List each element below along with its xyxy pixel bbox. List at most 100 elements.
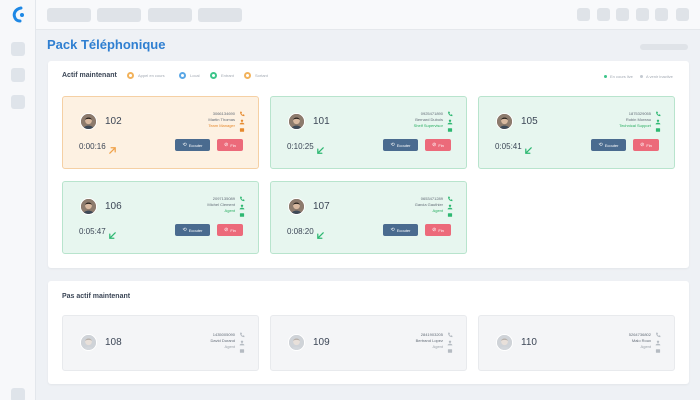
- extension-number: 105: [521, 116, 538, 127]
- extension-number: 109: [313, 337, 330, 348]
- sidebar-nav-item-bottom[interactable]: [11, 388, 25, 400]
- header-filter[interactable]: [640, 44, 688, 50]
- extension-card-101[interactable]: 101 0925471890 Bernard Dubois Shelf Supervi…: [270, 96, 467, 169]
- top-nav-tab-3[interactable]: [148, 8, 192, 22]
- person-icon: [81, 114, 96, 129]
- listen-button[interactable]: ⟲ Ecouter: [175, 139, 210, 151]
- agent-info: 0925471890 Bernard Dubois Shelf Supervisor: [373, 111, 443, 129]
- extension-card-102[interactable]: 102 3066134690 Martin Thomas Team Manager 0:…: [62, 96, 259, 169]
- hangup-icon: ⊘: [224, 227, 229, 233]
- agent-info: 1435005090 David Durand Agent: [165, 332, 235, 350]
- phone-icon: [240, 196, 245, 202]
- user-icon: [239, 119, 245, 125]
- top-action-icon-1[interactable]: [577, 8, 590, 21]
- inactive-dot-icon: [640, 75, 643, 78]
- agent-avatar: [80, 334, 97, 351]
- top-nav-tab-2[interactable]: [97, 8, 141, 22]
- legend-item-local: Local: [179, 72, 200, 79]
- extension-card-105[interactable]: 105 1875329055 Robin Moreau Technical Suppo…: [478, 96, 675, 169]
- top-action-icon-6[interactable]: [676, 8, 689, 21]
- top-nav-tab-4[interactable]: [198, 8, 242, 22]
- extension-card-109[interactable]: 109 2841903205 Bertrand Lopez Agent: [270, 315, 467, 371]
- top-action-icon-3[interactable]: [616, 8, 629, 21]
- incoming-dot-icon: [210, 72, 217, 79]
- incoming-call-arrow-icon: [525, 147, 532, 154]
- end-call-button[interactable]: ⊘ Fin: [217, 139, 243, 151]
- extension-card-107[interactable]: 107 0653471289 Garcia Gauthier Agent 0:08:20…: [270, 181, 467, 254]
- agent-role: Agent: [224, 344, 235, 349]
- extension-number: 102: [105, 116, 122, 127]
- agent-role: Shelf Supervisor: [413, 123, 443, 128]
- local-dot-icon: [179, 72, 186, 79]
- sidebar-nav-item-1[interactable]: [11, 42, 25, 56]
- agent-info-icons: [447, 196, 453, 220]
- top-bar: [36, 0, 700, 30]
- end-call-button[interactable]: ⊘ Fin: [217, 224, 243, 236]
- agent-info: 2097135089 Michel Clement Agent: [165, 196, 235, 214]
- extension-number: 106: [105, 201, 122, 212]
- hangup-icon: ⊘: [432, 227, 437, 233]
- extension-card-108[interactable]: 108 1435005090 David Durand Agent: [62, 315, 259, 371]
- agent-avatar: [496, 113, 513, 130]
- agent-role: Agent: [224, 208, 235, 213]
- ringing-dot-icon: [127, 72, 134, 79]
- top-nav-tab-1[interactable]: [47, 8, 91, 22]
- agent-avatar: [496, 334, 513, 351]
- app-logo-icon[interactable]: [10, 6, 26, 24]
- person-icon: [497, 335, 512, 350]
- headphones-icon: ⟲: [390, 227, 395, 233]
- user-icon: [239, 340, 245, 346]
- agent-info-icons: [655, 332, 661, 356]
- agent-role: Technical Support: [619, 123, 651, 128]
- end-call-button[interactable]: ⊘ Fin: [425, 139, 451, 151]
- badge-icon: [447, 128, 453, 132]
- agent-role: Agent: [432, 344, 443, 349]
- agent-info: 2841903205 Bertrand Lopez Agent: [373, 332, 443, 350]
- page-title: Pack Téléphonique: [47, 37, 166, 52]
- top-action-icon-5[interactable]: [655, 8, 668, 21]
- call-timer: 0:05:47: [79, 227, 106, 236]
- call-timer: 0:05:41: [495, 142, 522, 151]
- listen-button[interactable]: ⟲ Ecouter: [383, 224, 418, 236]
- agent-info-icons: [239, 196, 245, 220]
- extension-card-110[interactable]: 110 5264736802 Malo Roux Agent: [478, 315, 675, 371]
- agent-info: 0653471289 Garcia Gauthier Agent: [373, 196, 443, 214]
- agent-info-icons: [655, 111, 661, 135]
- listen-button[interactable]: ⟲ Ecouter: [175, 224, 210, 236]
- hangup-icon: ⊘: [640, 142, 645, 148]
- end-call-button[interactable]: ⊘ Fin: [425, 224, 451, 236]
- badge-icon: [239, 349, 245, 353]
- user-icon: [239, 204, 245, 210]
- active-section-title: Actif maintenant: [62, 72, 117, 79]
- listen-button[interactable]: ⟲ Ecouter: [383, 139, 418, 151]
- extension-card-106[interactable]: 106 2097135089 Michel Clement Agent 0:05:47 ⟲…: [62, 181, 259, 254]
- agent-info-icons: [239, 332, 245, 356]
- legend-item-incoming: Entrant: [210, 72, 234, 79]
- legend-item-outgoing: Sortant: [244, 72, 268, 79]
- inactive-section-title: Pas actif maintenant: [62, 293, 131, 300]
- user-icon: [447, 119, 453, 125]
- outgoing-call-arrow-icon: [109, 147, 116, 154]
- user-icon: [447, 204, 453, 210]
- end-call-button[interactable]: ⊘ Fin: [633, 139, 659, 151]
- extension-number: 107: [313, 201, 330, 212]
- person-icon: [81, 335, 96, 350]
- agent-avatar: [80, 198, 97, 215]
- sidebar-nav-item-3[interactable]: [11, 95, 25, 109]
- call-direction: [524, 142, 533, 154]
- call-timer: 0:08:20: [287, 227, 314, 236]
- top-action-icon-2[interactable]: [597, 8, 610, 21]
- listen-button[interactable]: ⟲ Ecouter: [591, 139, 626, 151]
- top-action-icon-4[interactable]: [636, 8, 649, 21]
- hangup-icon: ⊘: [432, 142, 437, 148]
- headphones-icon: ⟲: [182, 142, 187, 148]
- badge-icon: [655, 349, 661, 353]
- phone-icon: [448, 332, 453, 338]
- left-sidebar: [0, 0, 36, 400]
- legend-right-inactive: A venir inactive: [640, 74, 673, 79]
- agent-role: Team Manager: [208, 123, 235, 128]
- sidebar-nav-item-2[interactable]: [11, 68, 25, 82]
- phone-icon: [656, 332, 661, 338]
- headphones-icon: ⟲: [182, 227, 187, 233]
- call-direction: [108, 142, 117, 154]
